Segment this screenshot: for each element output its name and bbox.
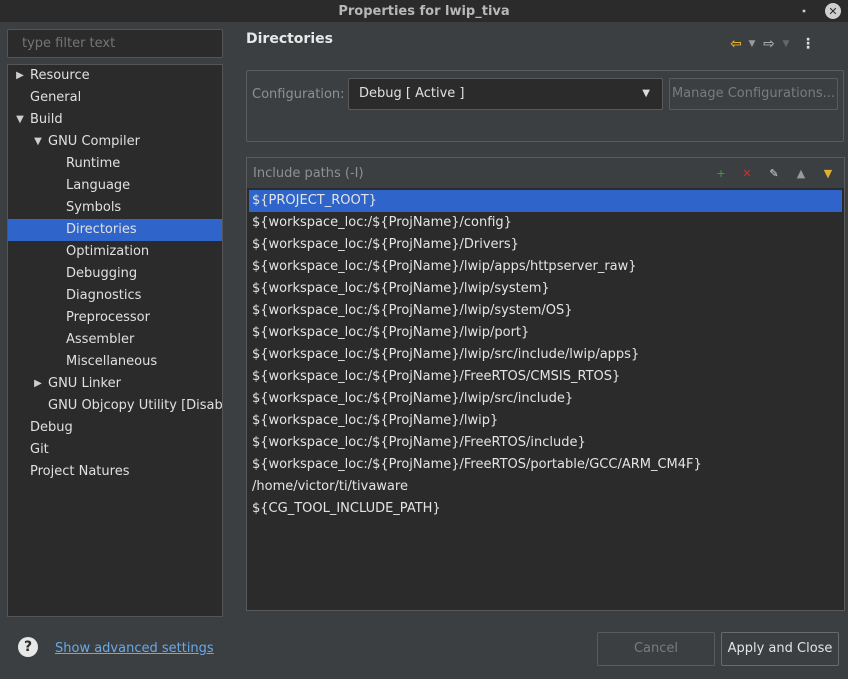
tree-item-label: Runtime [66,156,121,171]
move-down-icon[interactable]: ▼ [820,165,836,181]
include-path-item[interactable]: /home/victor/ti/tivaware [249,476,842,498]
include-path-item[interactable]: ${workspace_loc:/${ProjName}/lwip/src/in… [249,388,842,410]
filter-input[interactable] [7,29,223,58]
collapsed-arrow-icon[interactable]: ▶ [32,373,44,395]
window-title: Properties for lwip_tiva [338,3,510,19]
delete-path-icon[interactable]: ✕ [739,165,755,181]
configuration-dropdown[interactable]: Debug [ Active ] ▼ [348,78,663,110]
tree-item-label: Diagnostics [66,288,142,303]
tree-item-label: GNU Linker [48,376,121,391]
tree-item[interactable]: Miscellaneous [8,351,222,373]
include-path-item[interactable]: ${workspace_loc:/${ProjName}/lwip/port} [249,322,842,344]
move-up-icon[interactable]: ▲ [793,165,809,181]
tree-item[interactable]: Project Natures [8,461,222,483]
page-title: Directories [246,31,333,47]
tree-item[interactable]: GNU Objcopy Utility [Disabled] [8,395,222,417]
tree-item[interactable]: Diagnostics [8,285,222,307]
restore-window-icon[interactable]: ⬝ [796,3,812,19]
collapsed-arrow-icon[interactable]: ▶ [14,65,26,87]
forward-menu-icon[interactable]: ▼ [780,39,792,49]
property-tree: ▶ Resource General ▼ Build ▼ GNU Compiler Runti… [7,64,223,617]
configuration-value: Debug [ Active ] [359,86,465,101]
include-path-item[interactable]: ${workspace_loc:/${ProjName}/FreeRTOS/po… [249,454,842,476]
tree-item[interactable]: Directories [8,219,222,241]
help-icon[interactable]: ? [18,637,38,657]
edit-path-icon[interactable]: ✎ [766,165,782,181]
tree-item-label: Miscellaneous [66,354,158,369]
include-path-item[interactable]: ${workspace_loc:/${ProjName}/Drivers} [249,234,842,256]
tree-item[interactable]: Preprocessor [8,307,222,329]
back-menu-icon[interactable]: ▼ [746,39,758,49]
include-paths-panel: Include paths (-I) + ✕ ✎ ▲ ▼ ${PROJECT_ROOT}… [246,157,845,611]
tree-item-label: Assembler [66,332,135,347]
tree-item[interactable]: Language [8,175,222,197]
tree-item[interactable]: ▶ Resource [8,65,222,87]
tree-item-label: Symbols [66,200,122,215]
manage-configurations-button[interactable]: Manage Configurations... [669,78,838,110]
title-bar: Properties for lwip_tiva ⬝ ✕ [0,0,848,22]
include-path-item[interactable]: ${workspace_loc:/${ProjName}/lwip/apps/h… [249,256,842,278]
include-path-item[interactable]: ${PROJECT_ROOT} [249,190,842,212]
tree-item[interactable]: Debugging [8,263,222,285]
tree-item[interactable]: ▼ GNU Compiler [8,131,222,153]
tree-item-label: GNU Objcopy Utility [Disabled] [48,398,223,413]
tree-item-label: Git [30,442,49,457]
tree-item-label: Debugging [66,266,138,281]
tree-item-label: GNU Compiler [48,134,140,149]
tree-item-label: Debug [30,420,73,435]
tree-item-label: Project Natures [30,464,130,479]
tree-item-label: General [30,90,82,105]
show-advanced-settings-link[interactable]: Show advanced settings [55,641,214,656]
expanded-arrow-icon[interactable]: ▼ [14,109,26,131]
tree-item[interactable]: Debug [8,417,222,439]
tree-item[interactable]: ▼ Build [8,109,222,131]
navigation-toolbar: ⇦ ▼ ⇨ ▼ ⋮ [726,34,816,54]
apply-and-close-button[interactable]: Apply and Close [721,632,839,666]
expanded-arrow-icon[interactable]: ▼ [32,131,44,153]
add-path-icon[interactable]: + [713,165,729,181]
tree-item-label: Resource [30,68,90,83]
tree-item-label: Language [66,178,131,193]
tree-item[interactable]: Assembler [8,329,222,351]
include-path-item[interactable]: ${workspace_loc:/${ProjName}/lwip} [249,410,842,432]
include-path-item[interactable]: ${workspace_loc:/${ProjName}/FreeRTOS/in… [249,432,842,454]
include-path-item[interactable]: ${workspace_loc:/${ProjName}/FreeRTOS/CM… [249,366,842,388]
include-paths-title: Include paths (-I) [253,166,364,181]
tree-item-label: Preprocessor [66,310,150,325]
tree-item[interactable]: Git [8,439,222,461]
include-path-item[interactable]: ${workspace_loc:/${ProjName}/lwip/system… [249,300,842,322]
include-path-item[interactable]: ${workspace_loc:/${ProjName}/lwip/src/in… [249,344,842,366]
tree-item[interactable]: General [8,87,222,109]
more-options-icon[interactable]: ⋮ [800,36,816,52]
configuration-label: Configuration: [252,87,345,102]
tree-item[interactable]: Symbols [8,197,222,219]
back-arrow-icon[interactable]: ⇦ [726,36,746,52]
tree-item-label: Build [30,112,63,127]
tree-item[interactable]: ▶ GNU Linker [8,373,222,395]
include-path-item[interactable]: ${CG_TOOL_INCLUDE_PATH} [249,498,842,520]
forward-arrow-icon[interactable]: ⇨ [758,36,780,52]
include-path-item[interactable]: ${workspace_loc:/${ProjName}/lwip/system… [249,278,842,300]
cancel-button[interactable]: Cancel [597,632,715,666]
include-paths-header: Include paths (-I) + ✕ ✎ ▲ ▼ [247,158,844,188]
close-window-icon[interactable]: ✕ [825,3,841,19]
chevron-down-icon: ▼ [642,88,650,99]
tree-item-label: Optimization [66,244,150,259]
tree-item-label: Directories [66,222,137,237]
include-path-item[interactable]: ${workspace_loc:/${ProjName}/config} [249,212,842,234]
include-paths-list: ${PROJECT_ROOT} ${workspace_loc:/${ProjNa… [249,190,842,520]
tree-item[interactable]: Runtime [8,153,222,175]
tree-item[interactable]: Optimization [8,241,222,263]
